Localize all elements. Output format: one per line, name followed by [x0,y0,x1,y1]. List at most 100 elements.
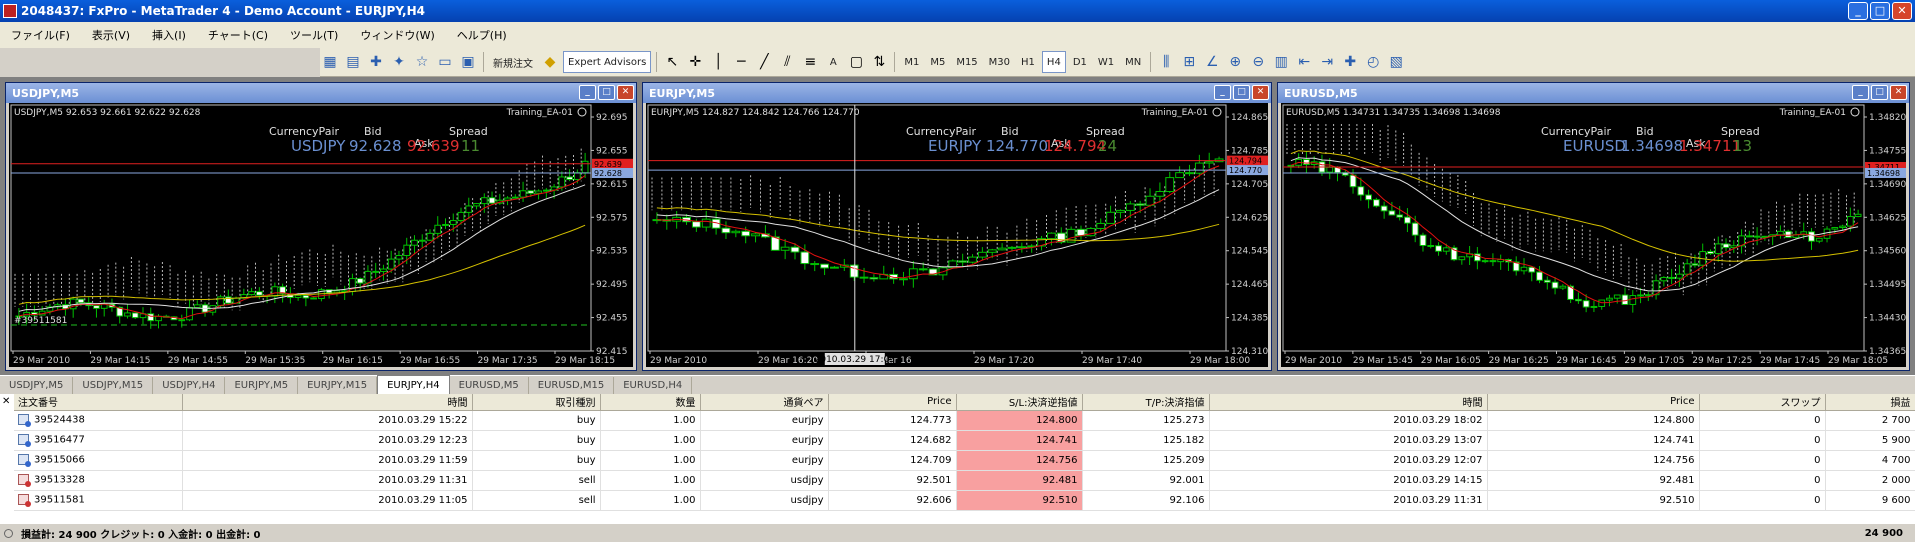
tf-m30[interactable]: M30 [985,51,1014,73]
minimize-button[interactable]: _ [1848,2,1868,20]
tf-h1[interactable]: H1 [1017,51,1039,73]
fibonacci-icon[interactable]: ≡ [800,51,820,73]
column-header[interactable]: 取引種別 [472,394,601,411]
maximize-button[interactable]: □ [1870,2,1890,20]
new-chart-icon[interactable]: ▦ [320,51,340,73]
vertical-line-icon[interactable]: │ [708,51,728,73]
candle-body [1116,209,1125,213]
candlestick-icon[interactable]: ⊞ [1179,51,1199,73]
chart-tab[interactable]: EURUSD,H4 [614,377,693,394]
zoom-out-icon[interactable]: ⊖ [1248,51,1268,73]
chart-tab[interactable]: EURJPY,H4 [377,375,450,394]
table-row[interactable]: 39513328 2010.03.29 11:31 sell 1.00 usdjpy 92… [14,470,1915,491]
tf-w1[interactable]: W1 [1094,51,1118,73]
chart-tab[interactable]: EURUSD,M15 [529,377,615,394]
meta-editor-icon[interactable]: ◆ [540,51,560,73]
autoscroll-icon[interactable]: ⇤ [1294,51,1314,73]
column-header[interactable]: T/P:決済指値 [1082,394,1210,411]
chart-canvas[interactable]: 92.695 92.655 92.615 92.575 92.535 92.495 92.4… [9,103,633,367]
bar-chart-icon[interactable]: ⫼ [1156,51,1176,73]
ea-smiley-icon [1850,107,1860,117]
arrows-icon[interactable]: ⇅ [869,51,889,73]
column-header[interactable]: 注文番号 [14,394,183,411]
chart-window-eurjpy[interactable]: EURJPY,M5 _ □ ✕ 124.865 124.785 124.705 124… [642,82,1272,371]
table-row[interactable]: 39515066 2010.03.29 11:59 buy 1.00 eurjpy 124… [14,450,1915,471]
table-row[interactable]: 39524438 2010.03.29 15:22 buy 1.00 eurjpy 124… [14,410,1915,431]
periods-icon[interactable]: ◴ [1363,51,1383,73]
tf-h4[interactable]: H4 [1041,51,1066,73]
chart-shift-icon[interactable]: ⇥ [1317,51,1337,73]
tf-m1[interactable]: M1 [900,51,923,73]
maximize-icon[interactable]: □ [1871,85,1888,100]
crosshair-icon[interactable]: ✛ [685,51,705,73]
chart-window-eurusd[interactable]: EURUSD,M5 _ □ ✕ 1.34820 1.34755 1.34690 1.3… [1277,82,1910,371]
column-header[interactable]: 時間 [1209,394,1488,411]
tf-m15[interactable]: M15 [952,51,981,73]
table-row[interactable]: 39516477 2010.03.29 12:23 buy 1.00 eurjpy 124… [14,430,1915,451]
chart-tab[interactable]: USDJPY,H4 [153,377,226,394]
close-icon[interactable]: ✕ [1890,85,1907,100]
minimize-icon[interactable]: _ [1214,85,1231,100]
horizontal-line-icon[interactable]: ─ [731,51,751,73]
column-header[interactable]: Price [828,394,957,411]
channel-icon[interactable]: ⫽ [777,51,797,73]
line-chart-icon[interactable]: ∠ [1202,51,1222,73]
menu-tools[interactable]: ツール(T) [279,27,349,43]
menu-insert[interactable]: 挿入(I) [141,27,197,43]
tile-windows-icon[interactable]: ▥ [1271,51,1291,73]
chart-canvas[interactable]: 1.34820 1.34755 1.34690 1.34625 1.34560 1.344… [1281,103,1906,367]
chart-tab[interactable]: USDJPY,M15 [73,377,154,394]
expert-advisors-button[interactable]: Expert Advisors [563,51,652,73]
text-tool-icon[interactable]: A [823,51,843,73]
menu-help[interactable]: ヘルプ(H) [446,27,518,43]
maximize-icon[interactable]: □ [1233,85,1250,100]
column-header[interactable]: 通貨ペア [700,394,829,411]
chart-titlebar[interactable]: USDJPY,M5 _ □ ✕ [6,83,636,103]
new-order-button[interactable]: 新規注文 [489,51,537,73]
tf-d1[interactable]: D1 [1069,51,1091,73]
column-header[interactable]: S/L:決済逆指値 [956,394,1083,411]
chart-titlebar[interactable]: EURJPY,M5 _ □ ✕ [643,83,1271,103]
menu-file[interactable]: ファイル(F) [0,27,81,43]
trendline-icon[interactable]: ╱ [754,51,774,73]
chart-tab[interactable]: EURJPY,M15 [298,377,378,394]
profiles-icon[interactable]: ▤ [343,51,363,73]
column-header[interactable]: スワップ [1699,394,1826,411]
close-button[interactable]: ✕ [1892,2,1912,20]
chart-tab[interactable]: EURUSD,M5 [450,377,529,394]
chart-titlebar[interactable]: EURUSD,M5 _ □ ✕ [1278,83,1909,103]
column-header[interactable]: 損益 [1825,394,1915,411]
label-tool-icon[interactable]: ▢ [846,51,866,73]
cursor-icon[interactable]: ↖ [662,51,682,73]
indicators-icon[interactable]: ✚ [1340,51,1360,73]
column-header[interactable]: 時間 [182,394,473,411]
ask-value: 124.794 [1044,137,1106,155]
favorites-icon[interactable]: ☆ [412,51,432,73]
minimize-icon[interactable]: _ [1852,85,1869,100]
maximize-icon[interactable]: □ [598,85,615,100]
tf-m5[interactable]: M5 [926,51,949,73]
chart-window-usdjpy[interactable]: USDJPY,M5 _ □ ✕ 92.695 92.655 92.615 92.575… [5,82,637,371]
chart-tab[interactable]: USDJPY,M5 [0,377,74,394]
menu-chart[interactable]: チャート(C) [197,27,279,43]
table-row[interactable]: 39511581 2010.03.29 11:05 sell 1.00 usdjpy 92… [14,490,1915,511]
column-header[interactable]: 数量 [600,394,701,411]
close-icon[interactable]: ✕ [617,85,634,100]
terminal-close-icon[interactable]: ✕ [2,396,10,407]
menu-window[interactable]: ウィンドウ(W) [349,27,445,43]
menu-view[interactable]: 表示(V) [81,27,141,43]
chart-tab[interactable]: EURJPY,M5 [225,377,299,394]
chart-canvas[interactable]: 124.865 124.785 124.705 124.625 124.545 124.4… [646,103,1268,367]
terminal-icon[interactable]: ▭ [435,51,455,73]
close-icon[interactable]: ✕ [1252,85,1269,100]
zoom-in-icon[interactable]: ⊕ [1225,51,1245,73]
market-watch-icon[interactable]: ✚ [366,51,386,73]
column-header[interactable]: Price [1487,394,1700,411]
minimize-icon[interactable]: _ [579,85,596,100]
tester-icon[interactable]: ▣ [458,51,478,73]
table-cell: 125.182 [1082,430,1210,451]
tf-mn[interactable]: MN [1121,51,1145,73]
navigator-icon[interactable]: ✦ [389,51,409,73]
templates-icon[interactable]: ▧ [1386,51,1406,73]
ma-slow-line [1290,157,1859,292]
